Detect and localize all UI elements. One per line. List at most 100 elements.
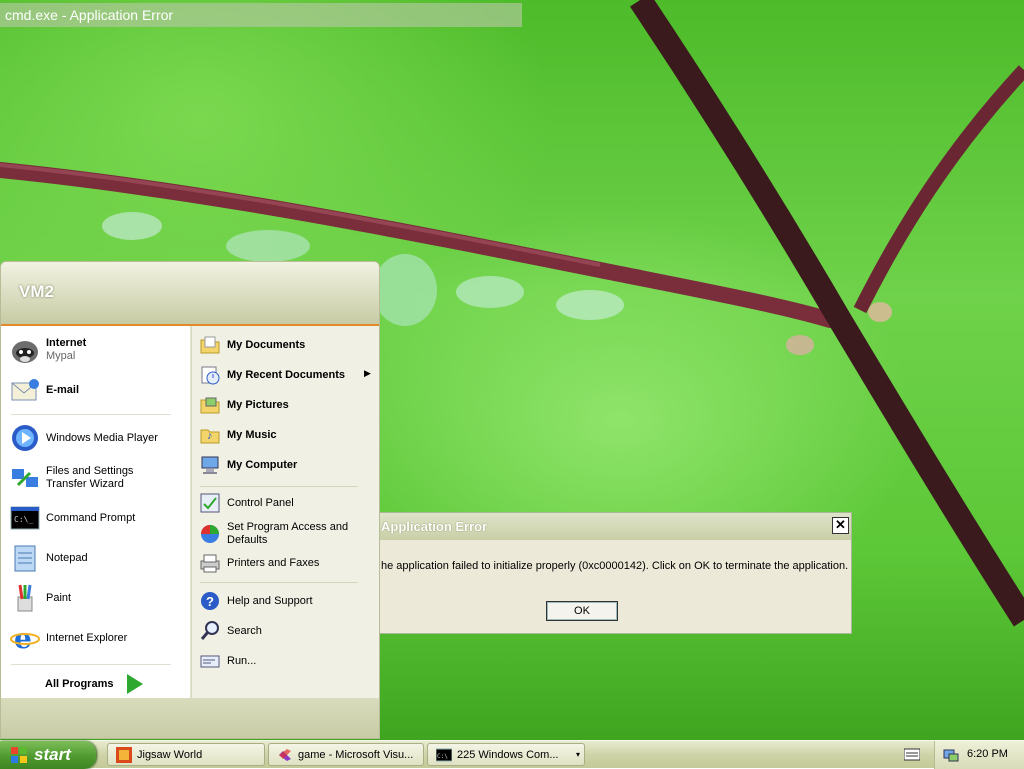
menu-item-internet-explorer[interactable]: e Internet Explorer: [9, 622, 127, 654]
envelope-icon: [9, 374, 41, 406]
cmd-icon: C:\: [436, 748, 452, 761]
jigsaw-icon: [116, 746, 132, 763]
help-icon: ?: [198, 589, 222, 613]
windows-flag-icon: [11, 747, 27, 763]
system-tray: 6:20 PM: [934, 741, 1024, 769]
search-label: Search: [227, 624, 262, 637]
start-menu-left-pane: Internet Mypal E-mail Windows Media Play…: [1, 326, 190, 698]
my-recent-documents-label: My Recent Documents: [227, 368, 345, 381]
divider: [11, 414, 171, 415]
menu-item-program-defaults[interactable]: Set Program Access and Defaults: [198, 521, 357, 547]
divider: [200, 582, 358, 583]
menu-item-printers-faxes[interactable]: Printers and Faxes: [198, 551, 319, 575]
start-button[interactable]: start: [0, 741, 96, 769]
notepad-label: Notepad: [46, 551, 88, 564]
submenu-arrow-icon: ▶: [364, 368, 371, 378]
menu-item-internet[interactable]: Internet Mypal: [9, 334, 86, 366]
paint-label: Paint: [46, 591, 72, 604]
printers-faxes-label: Printers and Faxes: [227, 556, 320, 569]
menu-item-command-prompt[interactable]: C:\_ Command Prompt: [9, 502, 135, 534]
task-label: game - Microsoft Visu...: [298, 748, 414, 761]
menu-item-run[interactable]: Run...: [198, 649, 256, 673]
my-documents-label: My Documents: [227, 338, 306, 351]
dialog-message: he application failed to initialize prop…: [381, 560, 849, 572]
ie-icon: e: [9, 622, 41, 654]
ok-button[interactable]: OK: [546, 601, 618, 621]
task-visual-studio[interactable]: game - Microsoft Visu...: [268, 743, 424, 766]
taskbar: start Jigsaw World game - Microsoft Visu…: [0, 740, 1024, 769]
email-label: E-mail: [46, 383, 80, 396]
dropdown-icon: ▾: [575, 750, 580, 759]
menu-item-help-support[interactable]: ? Help and Support: [198, 589, 313, 613]
svg-text:♪: ♪: [207, 430, 213, 442]
my-music-label: My Music: [227, 428, 277, 441]
task-windows-command[interactable]: C:\ 225 Windows Com... ▾: [427, 743, 585, 766]
search-icon: [198, 619, 222, 643]
task-label: Jigsaw World: [137, 748, 203, 761]
keyboard-icon[interactable]: [904, 747, 920, 761]
all-programs-button[interactable]: All Programs: [45, 674, 144, 694]
program-defaults-label: Set Program Access and Defaults: [227, 521, 349, 546]
internet-explorer-label: Internet Explorer: [46, 631, 128, 644]
divider: [200, 486, 358, 487]
close-icon[interactable]: ✕: [832, 517, 849, 534]
raccoon-browser-icon: [9, 334, 41, 366]
command-prompt-label: Command Prompt: [46, 511, 136, 524]
transfer-wizard-label: Files and Settings Transfer Wizard: [46, 465, 134, 490]
svg-text:e: e: [14, 623, 32, 653]
control-panel-label: Control Panel: [227, 496, 294, 509]
menu-item-paint[interactable]: Paint: [9, 582, 71, 614]
media-player-icon: [9, 422, 41, 454]
internet-sublabel: Mypal: [46, 350, 76, 362]
menu-item-my-recent-documents[interactable]: My Recent Documents: [198, 363, 345, 387]
clock[interactable]: 6:20 PM: [967, 748, 1008, 760]
menu-item-my-documents[interactable]: My Documents: [198, 333, 305, 357]
application-error-dialog: Application Error ✕ he application faile…: [378, 512, 852, 634]
computer-icon: [198, 453, 222, 477]
dialog-title: Application Error: [379, 513, 851, 540]
help-support-label: Help and Support: [227, 594, 313, 607]
folder-icon: [198, 333, 222, 357]
menu-item-control-panel[interactable]: Control Panel: [198, 491, 294, 515]
task-jigsaw-world[interactable]: Jigsaw World: [107, 743, 265, 766]
task-label: 225 Windows Com...: [457, 748, 559, 761]
media-player-label: Windows Media Player: [46, 431, 158, 444]
all-programs-label: All Programs: [45, 678, 114, 690]
menu-item-transfer-wizard[interactable]: Files and Settings Transfer Wizard: [9, 462, 176, 494]
program-defaults-icon: [198, 522, 222, 546]
pictures-folder-icon: [198, 393, 222, 417]
my-computer-label: My Computer: [227, 458, 298, 471]
menu-item-my-pictures[interactable]: My Pictures: [198, 393, 289, 417]
run-icon: [198, 649, 222, 673]
menu-item-my-computer[interactable]: My Computer: [198, 453, 297, 477]
cmd-icon: C:\_: [9, 502, 41, 534]
cmd-window-title: cmd.exe - Application Error: [0, 3, 522, 27]
visual-studio-icon: [279, 748, 291, 761]
divider: [11, 664, 171, 665]
start-menu-footer: [1, 698, 379, 738]
recent-docs-icon: [198, 363, 222, 387]
svg-text:C:\_: C:\_: [14, 515, 33, 524]
menu-item-notepad[interactable]: Notepad: [9, 542, 88, 574]
user-name: VM2: [19, 282, 54, 301]
my-pictures-label: My Pictures: [227, 398, 289, 411]
green-arrow-icon: [127, 674, 144, 694]
music-folder-icon: ♪: [198, 423, 222, 447]
network-icon[interactable]: [943, 747, 959, 763]
menu-item-my-music[interactable]: ♪ My Music: [198, 423, 277, 447]
menu-item-email[interactable]: E-mail: [9, 374, 79, 406]
internet-label: Internet: [46, 337, 87, 349]
start-label: start: [34, 745, 71, 764]
paint-icon: [9, 582, 41, 614]
start-menu-right-pane: My Documents My Recent Documents ▶ My Pi…: [191, 326, 379, 698]
transfer-wizard-icon: [9, 462, 41, 494]
menu-item-search[interactable]: Search: [198, 619, 262, 643]
start-menu-header: VM2: [1, 262, 379, 324]
notepad-icon: [9, 542, 41, 574]
run-label: Run...: [227, 654, 257, 667]
start-menu: VM2 Internet Mypal E-mail Windows Media …: [0, 261, 380, 739]
menu-item-media-player[interactable]: Windows Media Player: [9, 422, 158, 454]
svg-text:C:\: C:\: [437, 753, 448, 760]
control-panel-icon: [198, 491, 222, 515]
printer-icon: [198, 551, 222, 575]
